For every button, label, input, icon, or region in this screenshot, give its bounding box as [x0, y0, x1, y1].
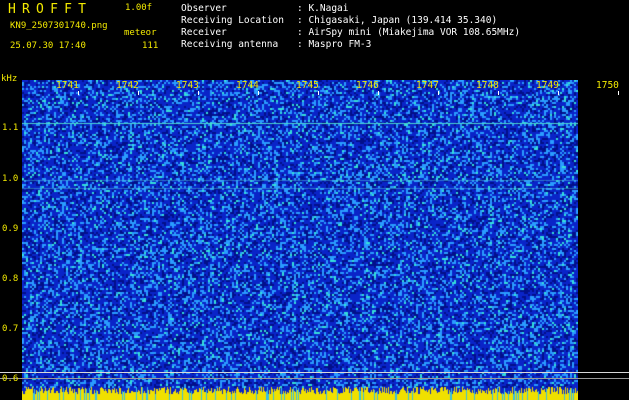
x-tick-mark: [318, 91, 319, 95]
x-tick-label: 1750: [596, 80, 619, 91]
x-tick-mark: [618, 91, 619, 95]
receiver-value: : AirSpy mini (Miakejima VOR 108.65MHz): [297, 27, 521, 38]
x-tick-mark: [78, 91, 79, 95]
x-tick-mark: [198, 91, 199, 95]
app-title: HROFFT: [8, 2, 93, 17]
reference-line-upper: [0, 372, 629, 373]
y-tick-label: 0.9: [2, 224, 19, 234]
x-tick-mark: [138, 91, 139, 95]
x-tick-mark: [438, 91, 439, 95]
antenna-label: Receiving antenna: [181, 39, 279, 50]
x-tick-mark: [378, 91, 379, 95]
y-tick-label: 1.0: [2, 174, 19, 184]
x-tick-label: 1742: [116, 80, 139, 91]
x-tick-label: 1741: [56, 80, 79, 91]
location-label: Receiving Location: [181, 15, 284, 26]
y-tick-label: 0.6: [2, 374, 19, 384]
x-tick-label: 1744: [236, 80, 259, 91]
x-tick-mark: [258, 91, 259, 95]
x-tick-mark: [498, 91, 499, 95]
hrofft-window: HROFFT 1.00f KN9_2507301740.png meteor 2…: [0, 0, 629, 400]
antenna-value: : Maspro FM-3: [297, 39, 372, 50]
y-tick-label: 0.8: [2, 274, 19, 284]
reference-line-lower: [0, 378, 629, 379]
version-label: 1.00f: [125, 3, 153, 13]
spectrogram-canvas: [22, 80, 578, 400]
timestamp-label: 25.07.30 17:40: [10, 41, 86, 51]
x-tick-label: 1745: [296, 80, 319, 91]
location-value: : Chigasaki, Japan (139.414 35.340): [297, 15, 498, 26]
x-tick-mark: [558, 91, 559, 95]
observer-label: Observer: [181, 3, 227, 14]
y-axis-unit: kHz: [1, 74, 18, 84]
x-tick-label: 1746: [356, 80, 379, 91]
x-tick-label: 1748: [476, 80, 499, 91]
mode-label: meteor: [124, 28, 157, 38]
y-tick-label: 0.7: [2, 324, 19, 334]
x-tick-label: 1749: [536, 80, 559, 91]
x-tick-label: 1743: [176, 80, 199, 91]
filename-label: KN9_2507301740.png: [10, 21, 108, 31]
observer-value: : K.Nagai: [297, 3, 349, 14]
y-tick-label: 1.1: [2, 123, 19, 133]
receiver-label: Receiver: [181, 27, 227, 38]
x-tick-label: 1747: [416, 80, 439, 91]
count-label: 111: [142, 41, 159, 51]
